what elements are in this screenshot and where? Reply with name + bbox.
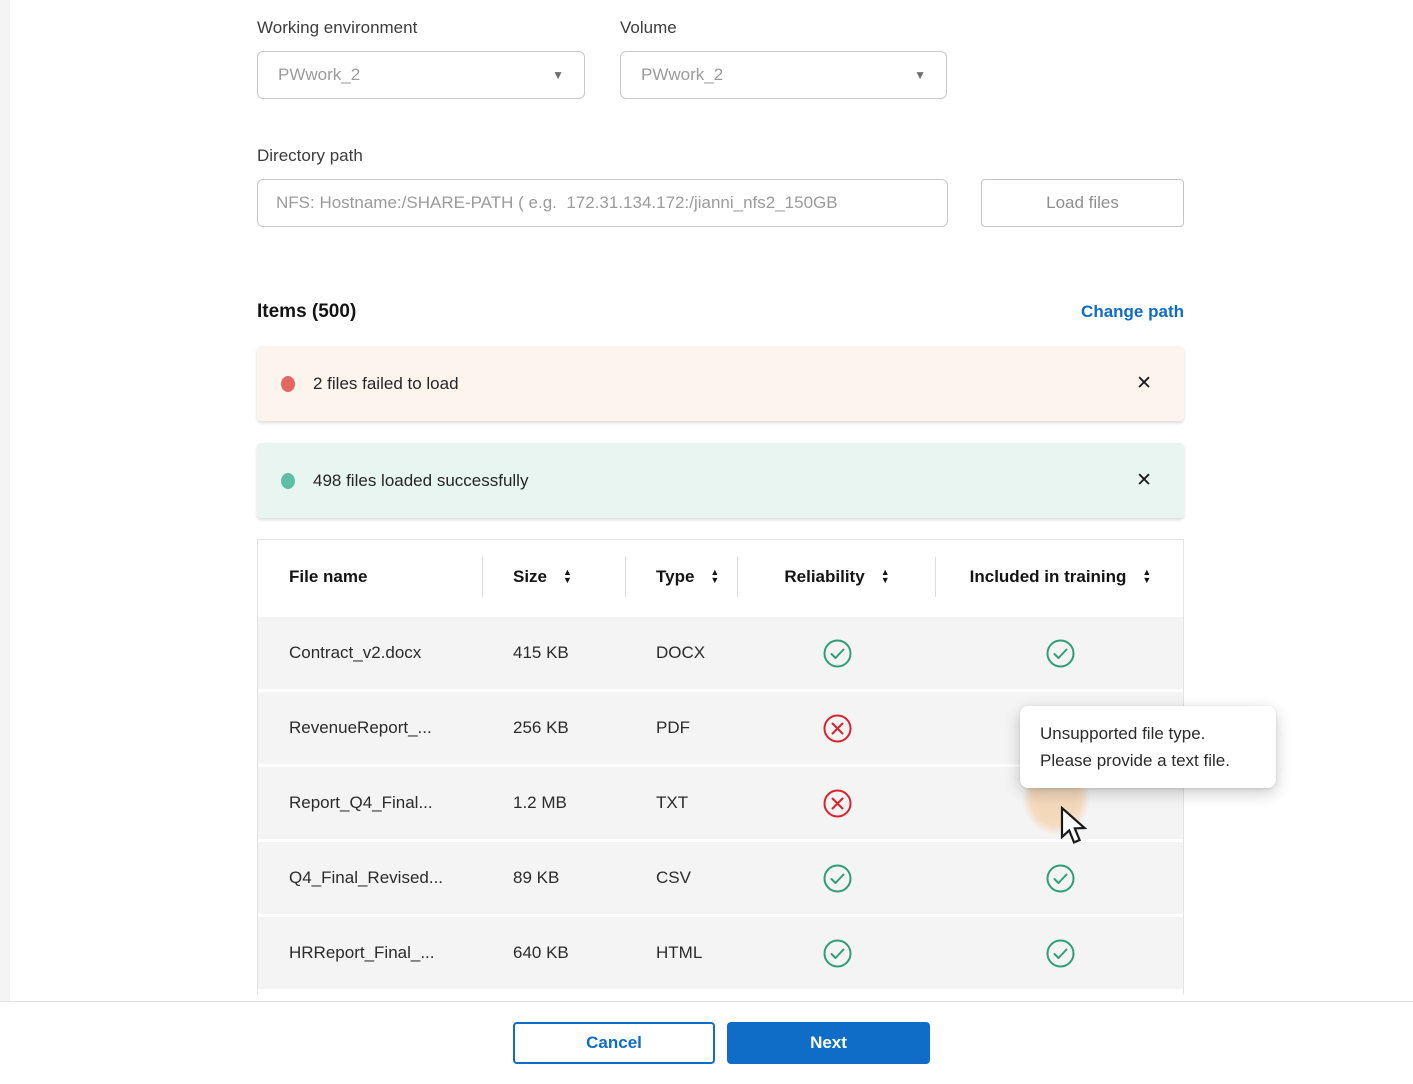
sort-icon[interactable]: ▲▼ — [710, 569, 719, 585]
next-button[interactable]: Next — [727, 1022, 930, 1064]
items-count-title: Items (500) — [257, 301, 356, 323]
working-environment-value: PWwork_2 — [278, 65, 360, 85]
success-banner-text: 498 files loaded successfully — [313, 471, 1128, 491]
volume-select[interactable]: PWwork_2 ▼ — [620, 51, 947, 99]
load-files-button[interactable]: Load files — [981, 179, 1184, 227]
panel-edge-background — [0, 0, 10, 1001]
reliability-cell — [738, 689, 936, 764]
x-circle-icon[interactable] — [1046, 789, 1075, 818]
file-type-cell: PDF — [626, 689, 738, 764]
sort-icon[interactable]: ▲▼ — [1142, 569, 1151, 585]
included-in-training-cell — [936, 839, 1184, 914]
directory-path-field: Directory path Load files — [257, 146, 1184, 227]
working-environment-field: Working environment PWwork_2 ▼ — [257, 18, 585, 99]
column-header-included-in-training[interactable]: Included in training ▲▼ — [936, 540, 1184, 614]
volume-value: PWwork_2 — [641, 65, 723, 85]
file-size-cell: 89 KB — [483, 839, 626, 914]
volume-label: Volume — [620, 18, 947, 38]
tooltip-line-2: Please provide a text file. — [1040, 747, 1256, 774]
file-name-cell: RevenueReport_... — [258, 689, 483, 764]
directory-path-input[interactable] — [257, 179, 948, 227]
x-circle-icon[interactable] — [823, 714, 852, 743]
x-circle-icon[interactable] — [823, 789, 852, 818]
success-banner: 498 files loaded successfully ✕ — [257, 443, 1184, 518]
check-circle-icon[interactable] — [823, 864, 852, 893]
reliability-cell — [738, 764, 936, 839]
main-content: Working environment PWwork_2 ▼ Volume PW… — [257, 18, 1184, 995]
column-label: Reliability — [784, 567, 864, 587]
directory-path-label: Directory path — [257, 146, 1184, 166]
chevron-down-icon: ▼ — [914, 68, 926, 82]
chevron-down-icon: ▼ — [552, 68, 564, 82]
file-name-cell: Q4_Final_Revised... — [258, 839, 483, 914]
error-banner-text: 2 files failed to load — [313, 374, 1128, 394]
column-header-reliability[interactable]: Reliability ▲▼ — [738, 540, 936, 614]
working-environment-select[interactable]: PWwork_2 ▼ — [257, 51, 585, 99]
sort-icon[interactable]: ▲▼ — [881, 569, 890, 585]
table-row: HRReport_Final_...640 KBHTML — [258, 914, 1184, 989]
items-header: Items (500) Change path — [257, 301, 1184, 323]
file-type-cell: CSV — [626, 839, 738, 914]
working-environment-label: Working environment — [257, 18, 585, 38]
column-header-size[interactable]: Size ▲▼ — [483, 540, 626, 614]
error-banner: 2 files failed to load ✕ — [257, 346, 1184, 421]
check-circle-icon[interactable] — [823, 639, 852, 668]
table-row: Contract_v2.docx415 KBDOCX — [258, 614, 1184, 689]
column-label: Type — [656, 567, 694, 587]
file-name-cell: HRReport_Final_... — [258, 914, 483, 989]
column-header-file-name: File name — [258, 540, 483, 614]
sort-icon[interactable]: ▲▼ — [563, 569, 572, 585]
change-path-link[interactable]: Change path — [1081, 302, 1184, 322]
unsupported-file-tooltip: Unsupported file type. Please provide a … — [1020, 706, 1276, 788]
column-label: File name — [289, 567, 367, 587]
check-circle-icon[interactable] — [1046, 939, 1075, 968]
table-row: Q4_Final_Revised...89 KBCSV — [258, 839, 1184, 914]
table-header: File nameSize▲▼Type▲▼Reliability▲▼Includ… — [258, 540, 1184, 614]
footer-bar: Cancel Next — [0, 1001, 1413, 1084]
check-circle-icon[interactable] — [1046, 639, 1075, 668]
file-type-cell: HTML — [626, 914, 738, 989]
included-in-training-cell — [936, 614, 1184, 689]
file-size-cell: 415 KB — [483, 614, 626, 689]
file-type-cell: DOCX — [626, 614, 738, 689]
file-type-cell: TXT — [626, 764, 738, 839]
column-label: Size — [513, 567, 547, 587]
close-icon[interactable]: ✕ — [1128, 465, 1160, 496]
file-size-cell: 256 KB — [483, 689, 626, 764]
file-loader-panel: Working environment PWwork_2 ▼ Volume PW… — [0, 0, 1413, 1084]
success-dot-icon — [281, 473, 295, 489]
environment-volume-row: Working environment PWwork_2 ▼ Volume PW… — [257, 18, 1184, 99]
reliability-cell — [738, 839, 936, 914]
reliability-cell — [738, 914, 936, 989]
column-label: Included in training — [970, 567, 1127, 587]
cancel-button[interactable]: Cancel — [513, 1022, 715, 1064]
reliability-cell — [738, 614, 936, 689]
volume-field: Volume PWwork_2 ▼ — [620, 18, 947, 99]
file-size-cell: 640 KB — [483, 914, 626, 989]
file-name-cell: Report_Q4_Final... — [258, 764, 483, 839]
included-in-training-cell — [936, 914, 1184, 989]
close-icon[interactable]: ✕ — [1128, 368, 1160, 399]
column-header-type[interactable]: Type ▲▼ — [626, 540, 738, 614]
check-circle-icon[interactable] — [1046, 864, 1075, 893]
check-circle-icon[interactable] — [823, 939, 852, 968]
file-name-cell: Contract_v2.docx — [258, 614, 483, 689]
file-size-cell: 1.2 MB — [483, 764, 626, 839]
tooltip-line-1: Unsupported file type. — [1040, 720, 1256, 747]
error-dot-icon — [281, 376, 295, 392]
